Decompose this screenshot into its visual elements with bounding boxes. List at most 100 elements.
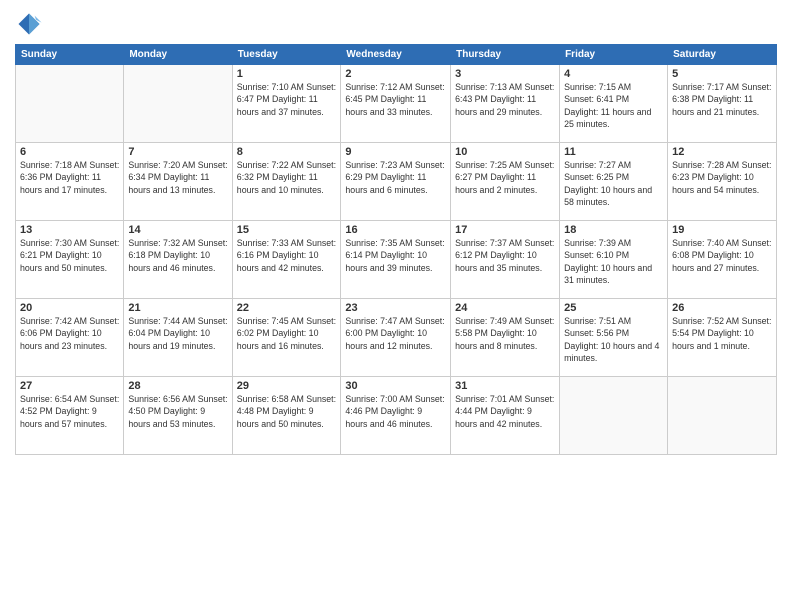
day-cell: 8Sunrise: 7:22 AM Sunset: 6:32 PM Daylig… xyxy=(232,143,341,221)
day-info: Sunrise: 6:54 AM Sunset: 4:52 PM Dayligh… xyxy=(20,393,119,430)
calendar: SundayMondayTuesdayWednesdayThursdayFrid… xyxy=(15,44,777,455)
day-info: Sunrise: 7:35 AM Sunset: 6:14 PM Dayligh… xyxy=(345,237,446,274)
day-info: Sunrise: 7:25 AM Sunset: 6:27 PM Dayligh… xyxy=(455,159,555,196)
day-info: Sunrise: 7:18 AM Sunset: 6:36 PM Dayligh… xyxy=(20,159,119,196)
day-cell: 15Sunrise: 7:33 AM Sunset: 6:16 PM Dayli… xyxy=(232,221,341,299)
day-info: Sunrise: 7:49 AM Sunset: 5:58 PM Dayligh… xyxy=(455,315,555,352)
day-number: 15 xyxy=(237,224,337,236)
day-info: Sunrise: 7:13 AM Sunset: 6:43 PM Dayligh… xyxy=(455,81,555,118)
day-cell xyxy=(16,65,124,143)
day-cell: 14Sunrise: 7:32 AM Sunset: 6:18 PM Dayli… xyxy=(124,221,232,299)
page: SundayMondayTuesdayWednesdayThursdayFrid… xyxy=(0,0,792,612)
day-cell: 2Sunrise: 7:12 AM Sunset: 6:45 PM Daylig… xyxy=(341,65,451,143)
day-number: 11 xyxy=(564,146,663,158)
day-cell: 23Sunrise: 7:47 AM Sunset: 6:00 PM Dayli… xyxy=(341,299,451,377)
day-info: Sunrise: 7:51 AM Sunset: 5:56 PM Dayligh… xyxy=(564,315,663,364)
header-row: SundayMondayTuesdayWednesdayThursdayFrid… xyxy=(16,45,777,65)
day-cell: 1Sunrise: 7:10 AM Sunset: 6:47 PM Daylig… xyxy=(232,65,341,143)
day-number: 26 xyxy=(672,302,772,314)
day-cell: 24Sunrise: 7:49 AM Sunset: 5:58 PM Dayli… xyxy=(451,299,560,377)
day-cell: 30Sunrise: 7:00 AM Sunset: 4:46 PM Dayli… xyxy=(341,377,451,455)
day-cell xyxy=(668,377,777,455)
logo-icon xyxy=(15,10,43,38)
day-number: 23 xyxy=(345,302,446,314)
day-number: 6 xyxy=(20,146,119,158)
col-header-tuesday: Tuesday xyxy=(232,45,341,65)
day-cell: 10Sunrise: 7:25 AM Sunset: 6:27 PM Dayli… xyxy=(451,143,560,221)
day-number: 14 xyxy=(128,224,227,236)
day-info: Sunrise: 7:20 AM Sunset: 6:34 PM Dayligh… xyxy=(128,159,227,196)
day-cell: 28Sunrise: 6:56 AM Sunset: 4:50 PM Dayli… xyxy=(124,377,232,455)
day-cell: 6Sunrise: 7:18 AM Sunset: 6:36 PM Daylig… xyxy=(16,143,124,221)
day-info: Sunrise: 7:37 AM Sunset: 6:12 PM Dayligh… xyxy=(455,237,555,274)
day-info: Sunrise: 7:12 AM Sunset: 6:45 PM Dayligh… xyxy=(345,81,446,118)
week-row-3: 20Sunrise: 7:42 AM Sunset: 6:06 PM Dayli… xyxy=(16,299,777,377)
day-number: 2 xyxy=(345,68,446,80)
day-cell xyxy=(560,377,668,455)
day-number: 19 xyxy=(672,224,772,236)
day-cell: 16Sunrise: 7:35 AM Sunset: 6:14 PM Dayli… xyxy=(341,221,451,299)
day-cell: 9Sunrise: 7:23 AM Sunset: 6:29 PM Daylig… xyxy=(341,143,451,221)
col-header-wednesday: Wednesday xyxy=(341,45,451,65)
day-info: Sunrise: 7:27 AM Sunset: 6:25 PM Dayligh… xyxy=(564,159,663,208)
day-number: 1 xyxy=(237,68,337,80)
col-header-sunday: Sunday xyxy=(16,45,124,65)
day-info: Sunrise: 7:39 AM Sunset: 6:10 PM Dayligh… xyxy=(564,237,663,286)
week-row-0: 1Sunrise: 7:10 AM Sunset: 6:47 PM Daylig… xyxy=(16,65,777,143)
day-cell: 18Sunrise: 7:39 AM Sunset: 6:10 PM Dayli… xyxy=(560,221,668,299)
day-info: Sunrise: 7:45 AM Sunset: 6:02 PM Dayligh… xyxy=(237,315,337,352)
day-number: 27 xyxy=(20,380,119,392)
day-info: Sunrise: 7:47 AM Sunset: 6:00 PM Dayligh… xyxy=(345,315,446,352)
day-number: 21 xyxy=(128,302,227,314)
day-info: Sunrise: 7:42 AM Sunset: 6:06 PM Dayligh… xyxy=(20,315,119,352)
day-info: Sunrise: 7:17 AM Sunset: 6:38 PM Dayligh… xyxy=(672,81,772,118)
day-cell: 13Sunrise: 7:30 AM Sunset: 6:21 PM Dayli… xyxy=(16,221,124,299)
day-cell: 31Sunrise: 7:01 AM Sunset: 4:44 PM Dayli… xyxy=(451,377,560,455)
day-info: Sunrise: 7:10 AM Sunset: 6:47 PM Dayligh… xyxy=(237,81,337,118)
day-number: 18 xyxy=(564,224,663,236)
day-info: Sunrise: 7:33 AM Sunset: 6:16 PM Dayligh… xyxy=(237,237,337,274)
day-info: Sunrise: 7:40 AM Sunset: 6:08 PM Dayligh… xyxy=(672,237,772,274)
day-info: Sunrise: 7:23 AM Sunset: 6:29 PM Dayligh… xyxy=(345,159,446,196)
day-cell: 25Sunrise: 7:51 AM Sunset: 5:56 PM Dayli… xyxy=(560,299,668,377)
col-header-saturday: Saturday xyxy=(668,45,777,65)
day-info: Sunrise: 7:32 AM Sunset: 6:18 PM Dayligh… xyxy=(128,237,227,274)
day-cell: 20Sunrise: 7:42 AM Sunset: 6:06 PM Dayli… xyxy=(16,299,124,377)
day-cell: 3Sunrise: 7:13 AM Sunset: 6:43 PM Daylig… xyxy=(451,65,560,143)
day-cell: 29Sunrise: 6:58 AM Sunset: 4:48 PM Dayli… xyxy=(232,377,341,455)
col-header-thursday: Thursday xyxy=(451,45,560,65)
day-number: 28 xyxy=(128,380,227,392)
day-cell: 5Sunrise: 7:17 AM Sunset: 6:38 PM Daylig… xyxy=(668,65,777,143)
day-number: 16 xyxy=(345,224,446,236)
day-info: Sunrise: 7:44 AM Sunset: 6:04 PM Dayligh… xyxy=(128,315,227,352)
day-cell: 21Sunrise: 7:44 AM Sunset: 6:04 PM Dayli… xyxy=(124,299,232,377)
day-info: Sunrise: 7:52 AM Sunset: 5:54 PM Dayligh… xyxy=(672,315,772,352)
day-number: 17 xyxy=(455,224,555,236)
day-info: Sunrise: 7:00 AM Sunset: 4:46 PM Dayligh… xyxy=(345,393,446,430)
day-cell: 7Sunrise: 7:20 AM Sunset: 6:34 PM Daylig… xyxy=(124,143,232,221)
day-number: 25 xyxy=(564,302,663,314)
day-info: Sunrise: 7:28 AM Sunset: 6:23 PM Dayligh… xyxy=(672,159,772,196)
col-header-monday: Monday xyxy=(124,45,232,65)
day-number: 20 xyxy=(20,302,119,314)
col-header-friday: Friday xyxy=(560,45,668,65)
day-number: 3 xyxy=(455,68,555,80)
day-number: 5 xyxy=(672,68,772,80)
day-number: 8 xyxy=(237,146,337,158)
day-info: Sunrise: 6:58 AM Sunset: 4:48 PM Dayligh… xyxy=(237,393,337,430)
header xyxy=(15,10,777,38)
day-number: 7 xyxy=(128,146,227,158)
day-cell: 12Sunrise: 7:28 AM Sunset: 6:23 PM Dayli… xyxy=(668,143,777,221)
logo xyxy=(15,10,47,38)
day-number: 12 xyxy=(672,146,772,158)
day-info: Sunrise: 7:01 AM Sunset: 4:44 PM Dayligh… xyxy=(455,393,555,430)
day-cell: 27Sunrise: 6:54 AM Sunset: 4:52 PM Dayli… xyxy=(16,377,124,455)
day-number: 9 xyxy=(345,146,446,158)
day-number: 4 xyxy=(564,68,663,80)
day-info: Sunrise: 7:22 AM Sunset: 6:32 PM Dayligh… xyxy=(237,159,337,196)
day-number: 10 xyxy=(455,146,555,158)
day-cell xyxy=(124,65,232,143)
week-row-2: 13Sunrise: 7:30 AM Sunset: 6:21 PM Dayli… xyxy=(16,221,777,299)
day-cell: 26Sunrise: 7:52 AM Sunset: 5:54 PM Dayli… xyxy=(668,299,777,377)
day-number: 13 xyxy=(20,224,119,236)
